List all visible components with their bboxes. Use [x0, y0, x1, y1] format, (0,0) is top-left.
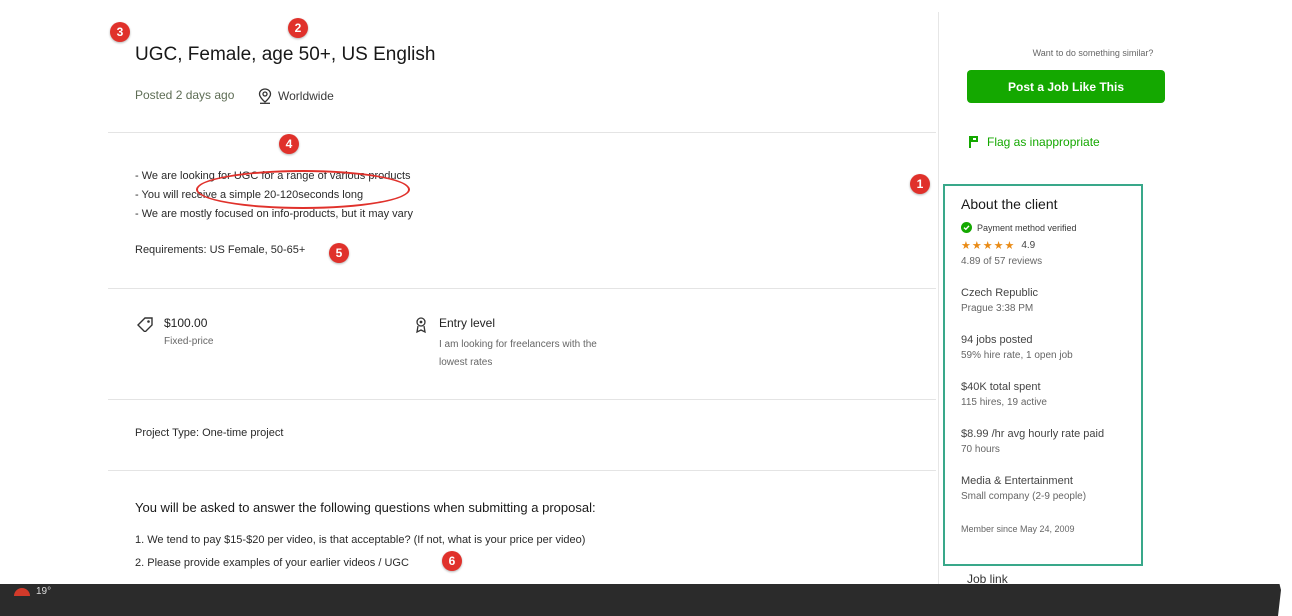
level-block: Entry level I am looking for freelancers… [413, 316, 614, 372]
about-client: About the client Payment method verified… [961, 196, 1131, 534]
taskbar: 19° [0, 584, 1292, 616]
post-job-button[interactable]: Post a Job Like This [967, 70, 1165, 103]
client-heading: About the client [961, 196, 1058, 212]
question-item: 1. We tend to pay $15-$20 per video, is … [135, 534, 586, 546]
reviews: 4.89 of 57 reviews [961, 256, 1043, 267]
verified-check-icon [961, 222, 972, 233]
flag-link[interactable]: Flag as inappropriate [969, 135, 1100, 149]
questions-title: You will be asked to answer the followin… [135, 500, 596, 515]
client-country: Czech Republic [961, 287, 1039, 299]
annotation-badge-4: 4 [279, 134, 299, 154]
rating: ★★★★★ 4.9 [961, 239, 1131, 252]
level-value: Entry level [439, 316, 496, 330]
weather-icon [14, 588, 30, 596]
hours: 70 hours [961, 444, 1000, 455]
star-rating-icon: ★★★★★ [961, 240, 1016, 252]
annotation-badge-5: 5 [329, 243, 349, 263]
sidebar: Want to do something similar? Post a Job… [938, 12, 1270, 584]
flag-label: Flag as inappropriate [987, 135, 1100, 149]
description-line: - We are mostly focused on info-products… [135, 208, 413, 220]
highlight-ellipse [196, 170, 410, 209]
project-type-label: Project Type: [135, 427, 199, 439]
flag-icon [969, 136, 978, 148]
divider [108, 470, 936, 471]
job-title: UGC, Female, age 50+, US English [135, 44, 436, 65]
page-frame: UGC, Female, age 50+, US English Posted … [8, 4, 1270, 584]
industry: Media & Entertainment [961, 475, 1073, 487]
price-type: Fixed-price [164, 336, 214, 347]
annotation-badge-1: 1 [910, 174, 930, 194]
hires: 115 hires, 19 active [961, 397, 1047, 408]
posted-time: Posted 2 days ago [135, 88, 235, 102]
hire-rate: 59% hire rate, 1 open job [961, 350, 1073, 361]
job-link-heading: Job link [967, 572, 1008, 584]
price-tag-icon [137, 317, 153, 332]
location: Worldwide [258, 88, 334, 104]
location-label: Worldwide [278, 89, 334, 103]
price-block: $100.00 Fixed-price [136, 316, 213, 347]
divider [108, 132, 936, 133]
annotation-badge-6: 6 [442, 551, 462, 571]
member-since: Member since May 24, 2009 [961, 524, 1075, 534]
location-pin-icon [258, 88, 272, 104]
question-item: 2. Please provide examples of your earli… [135, 557, 409, 569]
project-type: Project Type: One-time project [135, 427, 283, 439]
company-size: Small company (2-9 people) [961, 491, 1087, 502]
price-value: $100.00 [164, 316, 208, 330]
total-spent: $40K total spent [961, 381, 1041, 393]
rating-value: 4.9 [1021, 240, 1036, 251]
payment-verified-label: Payment method verified [977, 222, 1077, 233]
torn-edge-decoration [1274, 0, 1292, 616]
taskbar-temperature: 19° [36, 586, 52, 597]
requirements: Requirements: US Female, 50-65+ [135, 244, 306, 256]
want-similar-text: Want to do something similar? [1032, 48, 1154, 58]
annotation-badge-3: 3 [110, 22, 130, 42]
job-main: UGC, Female, age 50+, US English Posted … [8, 4, 936, 584]
client-city-time: Prague 3:38 PM [961, 303, 1034, 314]
divider [108, 288, 936, 289]
avg-hourly-rate: $8.99 /hr avg hourly rate paid [961, 428, 1105, 440]
jobs-posted: 94 jobs posted [961, 334, 1033, 346]
annotation-badge-2: 2 [288, 18, 308, 38]
level-description: I am looking for freelancers with the lo… [439, 339, 597, 368]
experience-level-icon [416, 317, 426, 334]
project-type-value: One-time project [202, 427, 284, 439]
payment-verified: Payment method verified [961, 222, 1131, 233]
divider [108, 399, 936, 400]
